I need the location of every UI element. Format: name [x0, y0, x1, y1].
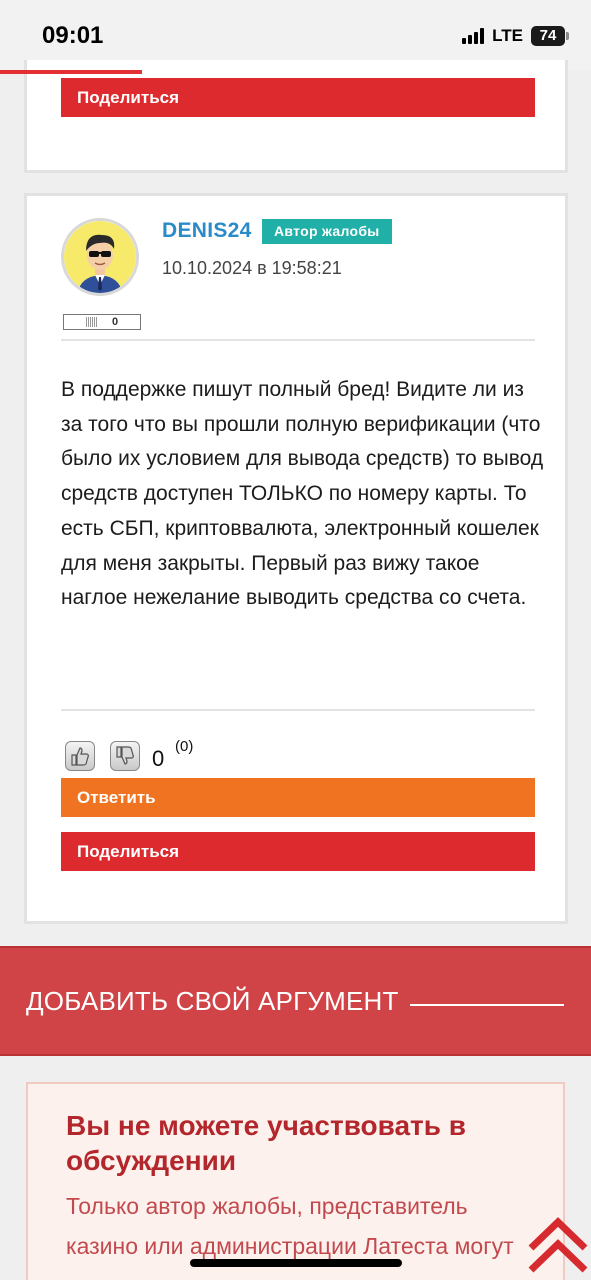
reading-progress: [0, 70, 591, 74]
add-argument-line: [410, 1004, 564, 1006]
header-divider: [61, 339, 535, 341]
share-button[interactable]: Поделиться: [61, 78, 535, 117]
notice-title: Вы не можете участвовать в обсуждении: [66, 1110, 466, 1176]
add-argument-banner[interactable]: ДОБАВИТЬ СВОЙ АРГУМЕНТ: [0, 946, 591, 1056]
avatar-illustration: [64, 221, 136, 293]
reputation-bar-icon: [86, 317, 98, 327]
battery-icon: 74: [531, 26, 569, 46]
vote-count: (0): [175, 738, 194, 755]
reputation-meter: 0: [63, 314, 141, 330]
add-argument-title: ДОБАВИТЬ СВОЙ АРГУМЕНТ: [26, 986, 399, 1016]
comment-card: 0 DENIS24 Автор жалобы 10.10.2024 в 19:5…: [24, 193, 568, 924]
double-chevron-up-icon: [528, 1217, 588, 1273]
reputation-value: 0: [112, 316, 119, 328]
reply-button[interactable]: Ответить: [61, 778, 535, 817]
reading-progress-fill: [0, 70, 142, 74]
thumbs-up-icon: [71, 747, 89, 766]
comment-text: В поддержке пишут полный бред! Видите ли…: [61, 378, 544, 610]
author-badge: Автор жалобы: [262, 219, 392, 244]
participation-notice: Вы не можете участвовать в обсуждении То…: [26, 1082, 565, 1280]
like-button[interactable]: [65, 741, 95, 771]
avatar[interactable]: [61, 218, 139, 296]
status-indicators: LTE 74: [462, 26, 569, 46]
vote-score: 0: [152, 746, 165, 771]
page: 09:01 LTE 74 Поделиться 0 DENIS24 Автор …: [0, 0, 591, 1280]
dislike-button[interactable]: [110, 741, 140, 771]
footer-divider: [61, 709, 535, 711]
share-button[interactable]: Поделиться: [61, 832, 535, 871]
previous-comment-card: Поделиться: [24, 60, 568, 173]
comment-date: 10.10.2024 в 19:58:21: [162, 258, 342, 278]
signal-icon: [462, 28, 485, 44]
home-indicator[interactable]: [190, 1259, 402, 1267]
network-label: LTE: [492, 26, 523, 45]
status-time: 09:01: [42, 22, 104, 49]
author-name[interactable]: DENIS24: [162, 219, 252, 243]
thumbs-down-icon: [116, 746, 134, 765]
scroll-to-top-button[interactable]: [527, 1214, 589, 1274]
